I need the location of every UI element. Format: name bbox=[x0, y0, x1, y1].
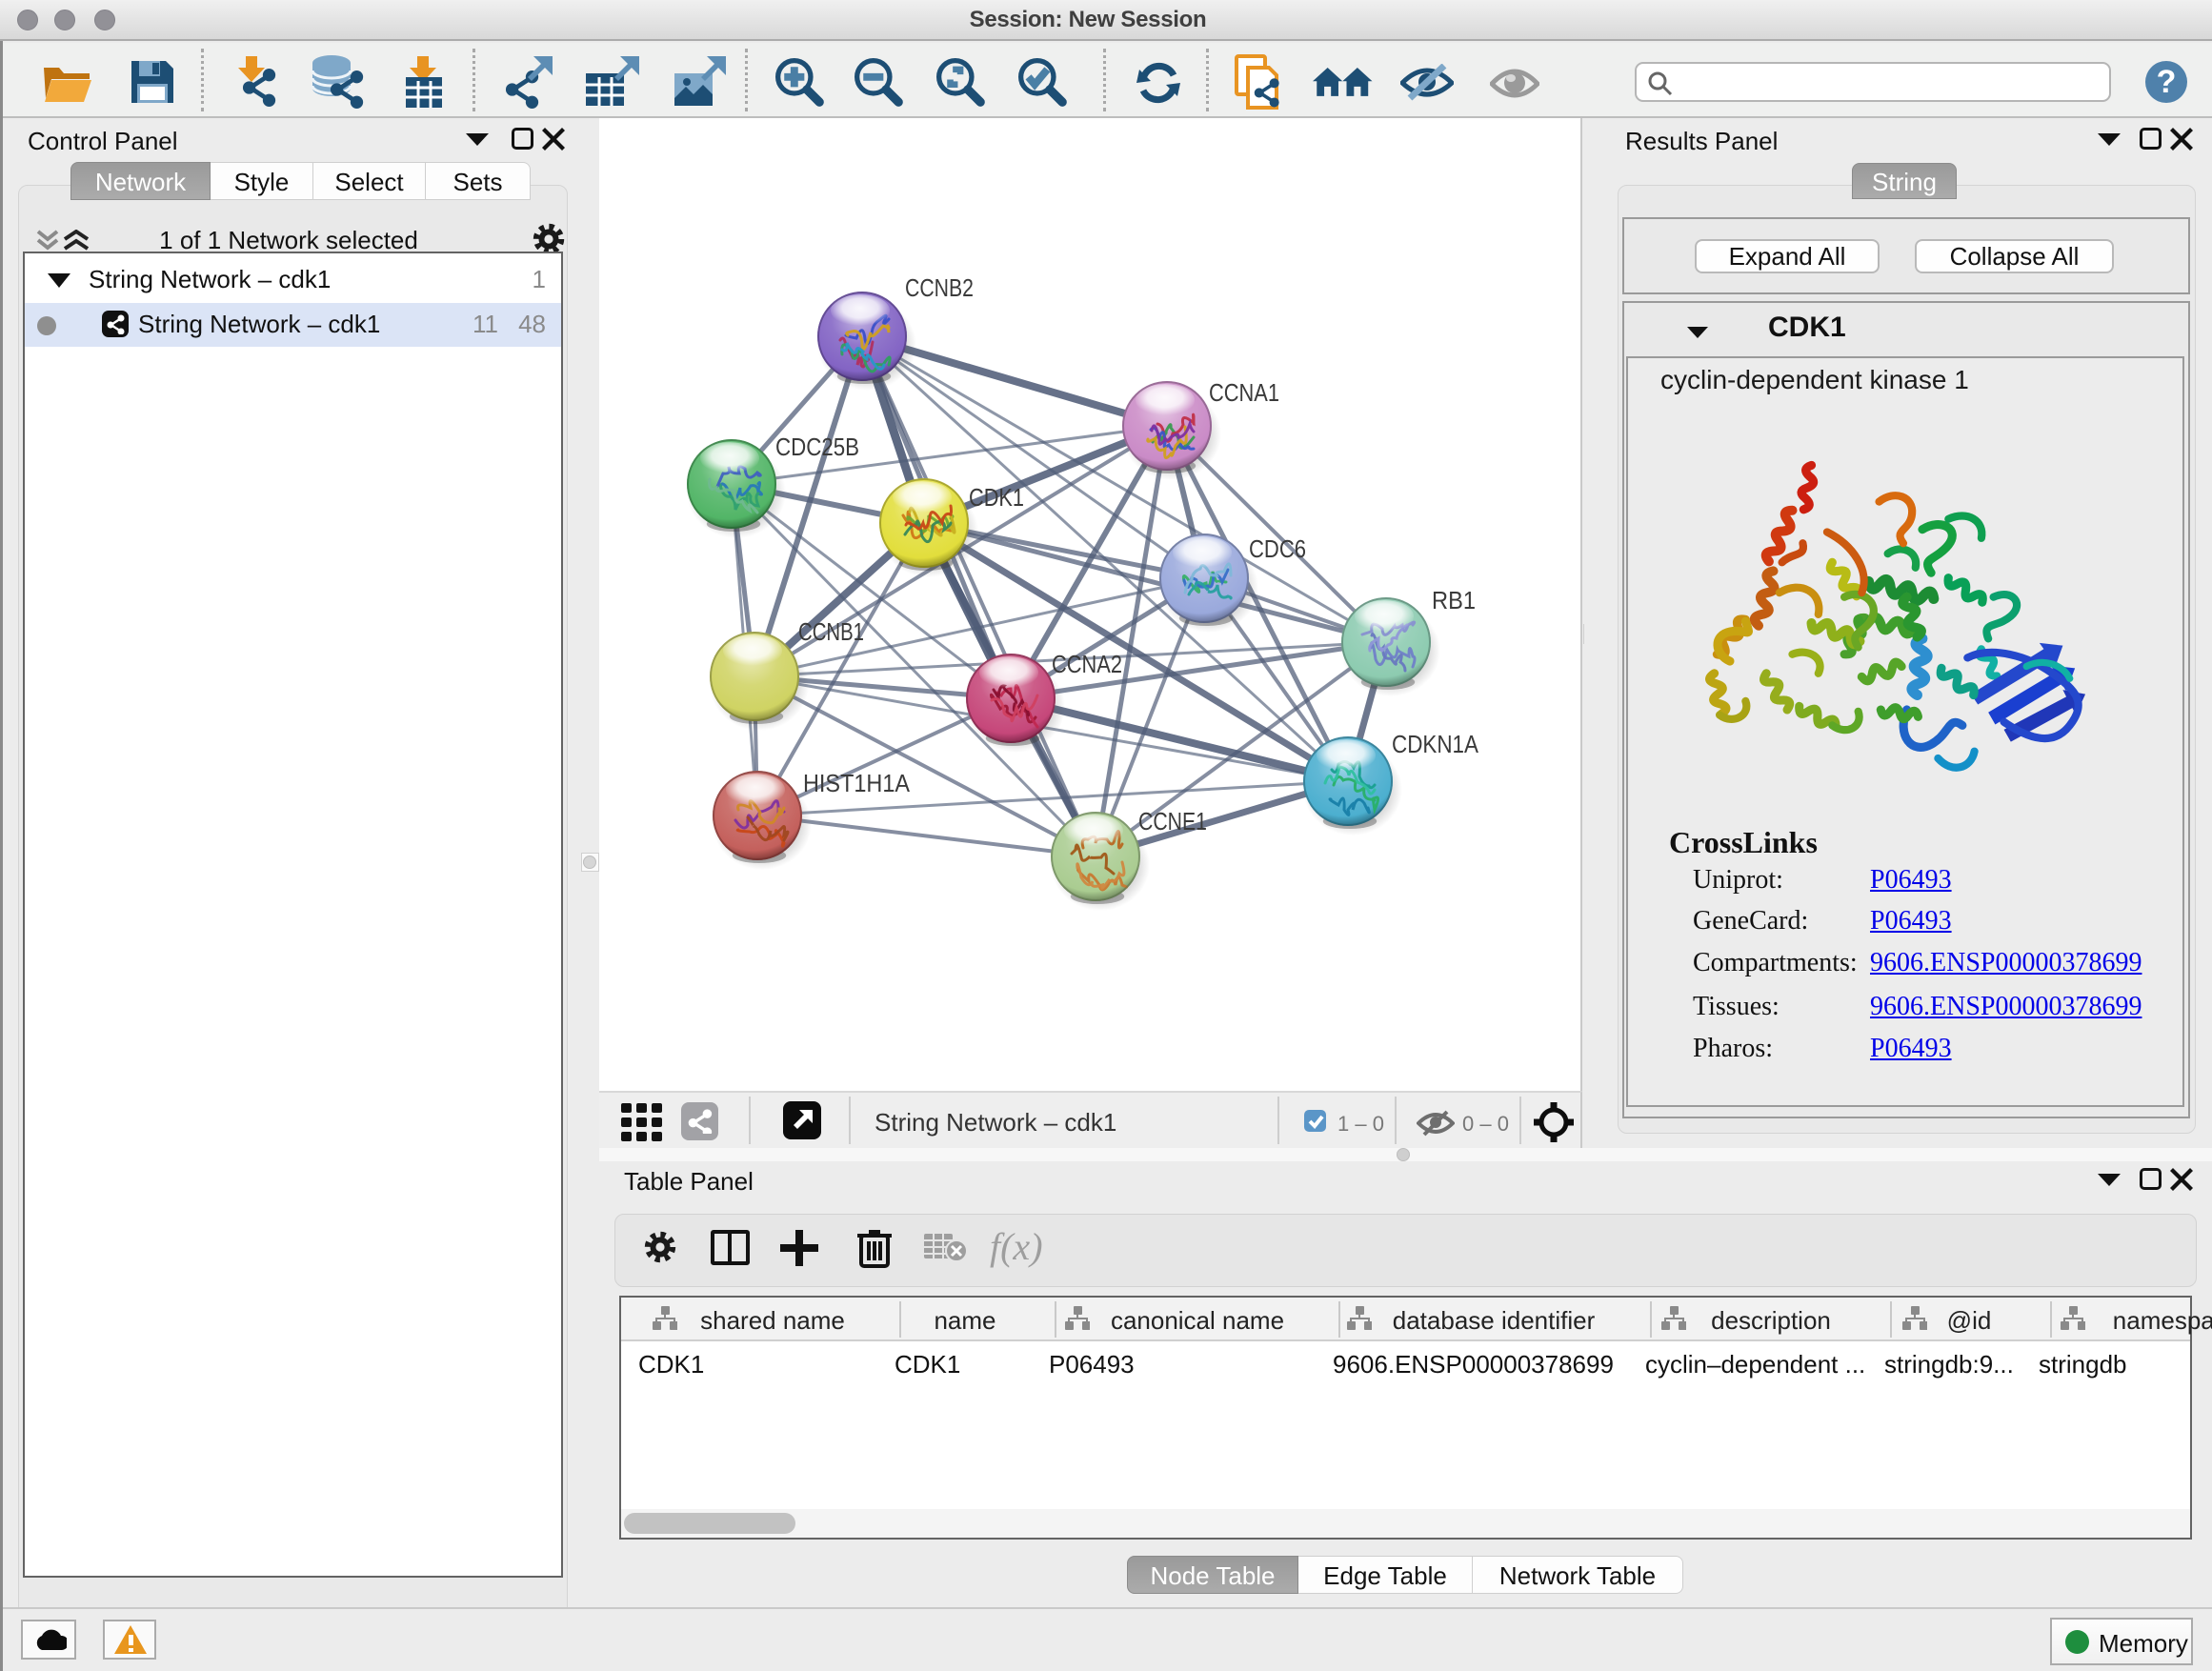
svg-text:CCNA2: CCNA2 bbox=[1052, 650, 1122, 678]
svg-text:CCNA1: CCNA1 bbox=[1209, 378, 1279, 407]
svg-text:CCNB2: CCNB2 bbox=[905, 273, 974, 302]
svg-text:RB1: RB1 bbox=[1432, 586, 1476, 614]
svg-text:CDKN1A: CDKN1A bbox=[1392, 730, 1479, 758]
svg-text:CDK1: CDK1 bbox=[969, 483, 1024, 512]
svg-text:HIST1H1A: HIST1H1A bbox=[803, 769, 911, 797]
svg-text:CDC25B: CDC25B bbox=[775, 433, 859, 461]
svg-text:CCNB1: CCNB1 bbox=[798, 617, 864, 646]
svg-text:CCNE1: CCNE1 bbox=[1138, 807, 1207, 836]
svg-text:CDC6: CDC6 bbox=[1249, 534, 1306, 563]
